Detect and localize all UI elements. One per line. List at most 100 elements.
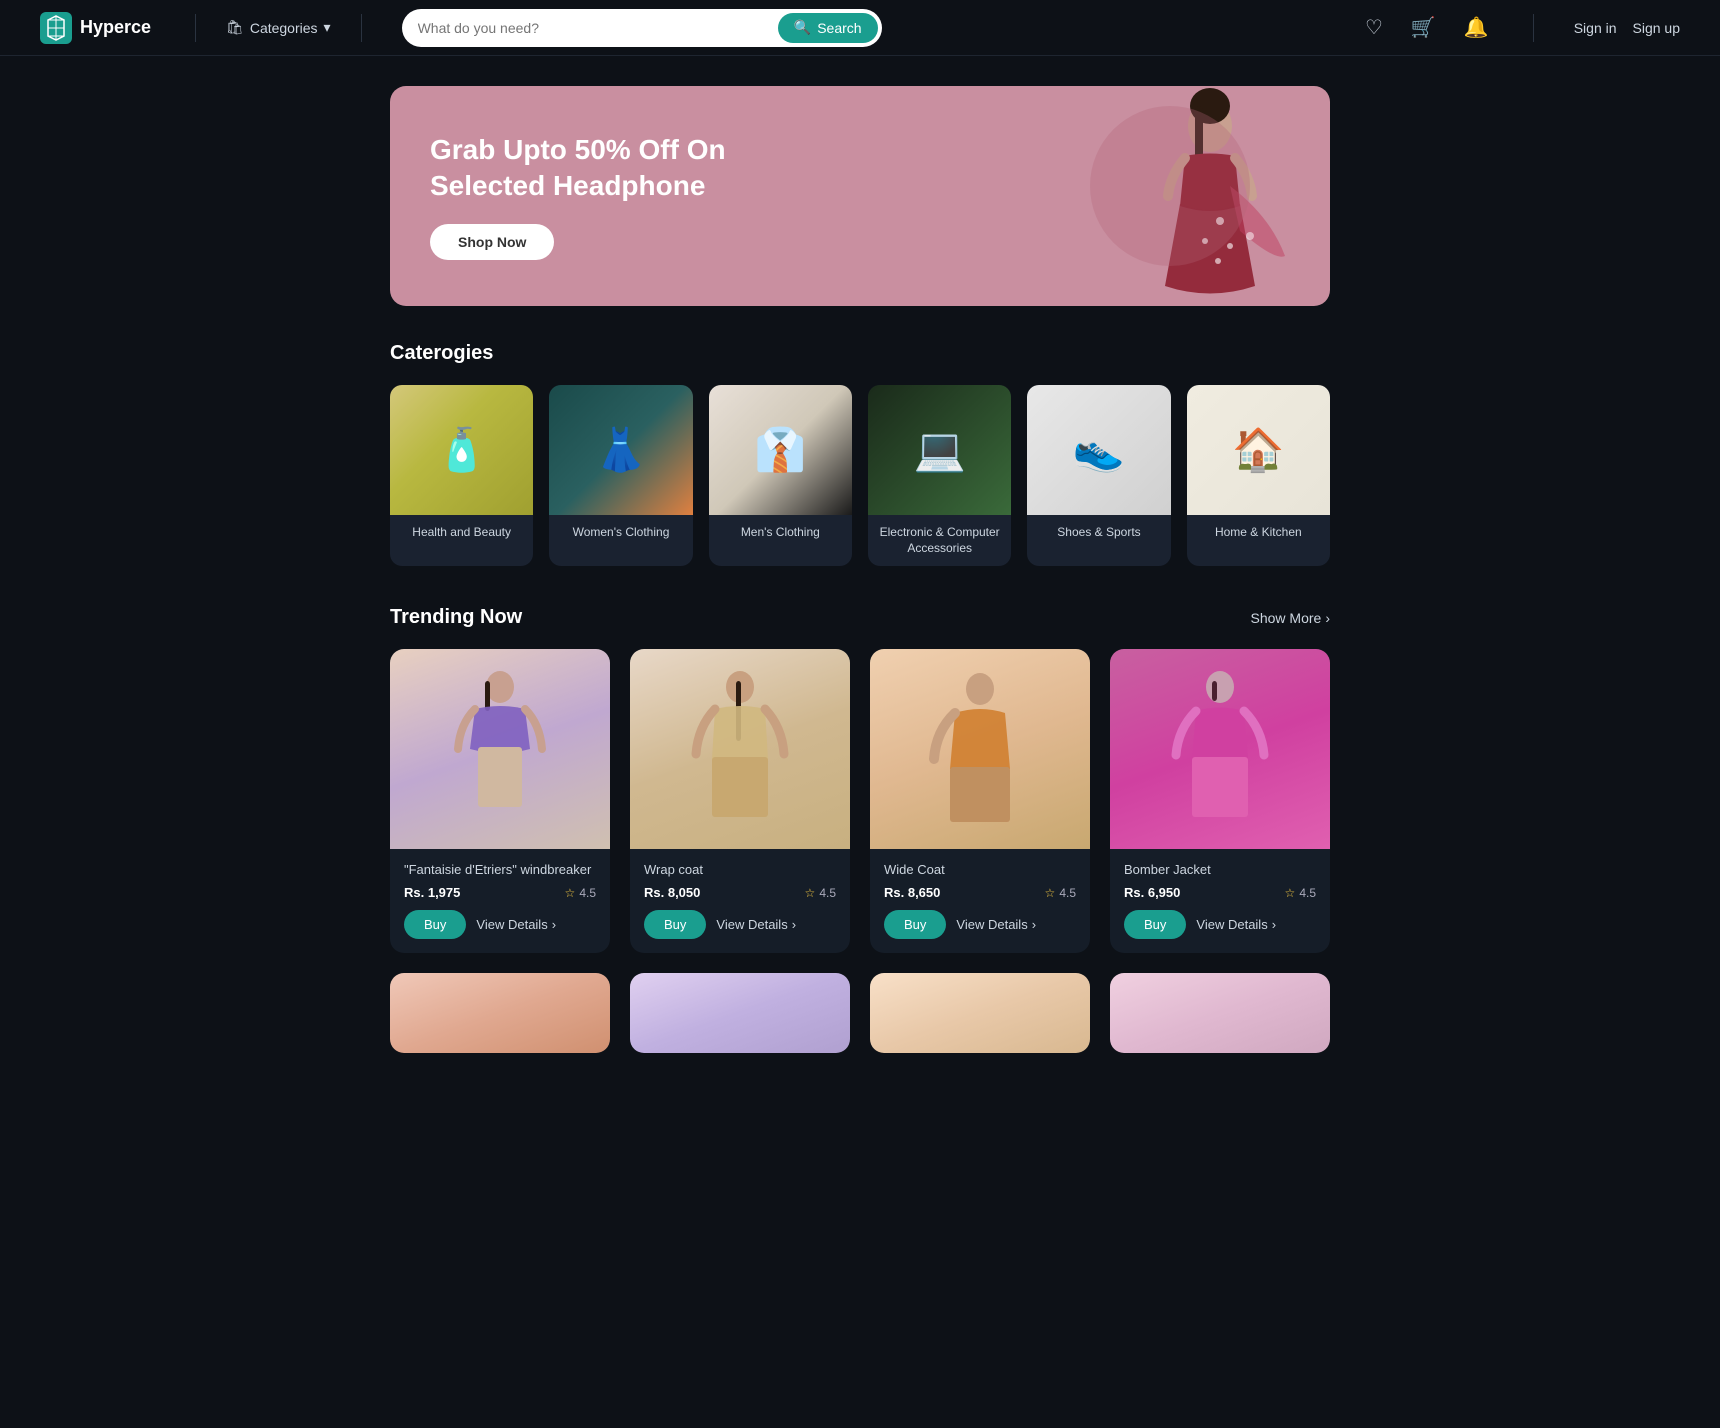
trending-title: Trending Now — [390, 606, 522, 629]
product-card-1[interactable]: "Fantaisie d'Etriers" windbreaker Rs. 1,… — [390, 649, 610, 953]
product-price-4: Rs. 6,950 — [1124, 885, 1180, 900]
nav-divider-1 — [195, 14, 196, 42]
hero-title: Grab Upto 50% Off On Selected Headphone — [430, 132, 770, 205]
view-details-button-2[interactable]: View Details › — [716, 917, 796, 932]
product-card-4[interactable]: Bomber Jacket Rs. 6,950 ☆ 4.5 Buy View D… — [1110, 649, 1330, 953]
star-icon-4: ☆ — [1285, 886, 1296, 900]
category-image-home: 🏠 — [1187, 385, 1330, 515]
view-details-button-4[interactable]: View Details › — [1196, 917, 1276, 932]
product-rating-1: ☆ 4.5 — [565, 886, 596, 900]
arrow-right-icon-4: › — [1272, 917, 1276, 932]
product-image-6 — [630, 973, 850, 1053]
product-rating-3: ☆ 4.5 — [1045, 886, 1076, 900]
navbar: Hyperce 🛍 Categories ▾ 🔍 Search ♡ 🛒 🔔 Si… — [0, 0, 1720, 56]
logo[interactable]: Hyperce — [40, 12, 151, 44]
category-image-mens: 👔 — [709, 385, 852, 515]
product-image-7 — [870, 973, 1090, 1053]
product-card-8[interactable] — [1110, 973, 1330, 1053]
search-bar: 🔍 Search — [402, 9, 882, 47]
signup-link[interactable]: Sign up — [1633, 20, 1680, 36]
category-label-womens: Women's Clothing — [549, 515, 692, 551]
product-actions-3: Buy View Details › — [884, 910, 1076, 939]
product-info-3: Wide Coat Rs. 8,650 ☆ 4.5 Buy View Detai… — [870, 849, 1090, 953]
view-details-button-1[interactable]: View Details › — [476, 917, 556, 932]
products-grid-row2 — [390, 973, 1330, 1053]
shop-now-button[interactable]: Shop Now — [430, 224, 554, 260]
product-actions-2: Buy View Details › — [644, 910, 836, 939]
nav-divider-2 — [361, 14, 362, 42]
buy-button-2[interactable]: Buy — [644, 910, 706, 939]
category-label-health: Health and Beauty — [390, 515, 533, 551]
search-icon: 🔍 — [794, 19, 811, 36]
category-label-shoes: Shoes & Sports — [1027, 515, 1170, 551]
product-image-5 — [390, 973, 610, 1053]
product-price-2: Rs. 8,050 — [644, 885, 700, 900]
trending-products-grid: "Fantaisie d'Etriers" windbreaker Rs. 1,… — [390, 649, 1330, 953]
main-content: Grab Upto 50% Off On Selected Headphone … — [370, 56, 1350, 1133]
product-bottom-3: Rs. 8,650 ☆ 4.5 — [884, 885, 1076, 900]
category-card-electronics[interactable]: 💻 Electronic & Computer Accessories — [868, 385, 1011, 566]
product-image-3 — [870, 649, 1090, 849]
product-bottom-4: Rs. 6,950 ☆ 4.5 — [1124, 885, 1316, 900]
hero-decorative-circle — [1090, 106, 1250, 266]
product-info-1: "Fantaisie d'Etriers" windbreaker Rs. 1,… — [390, 849, 610, 953]
product-card-2[interactable]: Wrap coat Rs. 8,050 ☆ 4.5 Buy View Detai… — [630, 649, 850, 953]
product-rating-2: ☆ 4.5 — [805, 886, 836, 900]
view-details-button-3[interactable]: View Details › — [956, 917, 1036, 932]
product-card-6[interactable] — [630, 973, 850, 1053]
product-card-7[interactable] — [870, 973, 1090, 1053]
search-input[interactable] — [418, 20, 778, 36]
buy-button-3[interactable]: Buy — [884, 910, 946, 939]
product-card-3[interactable]: Wide Coat Rs. 8,650 ☆ 4.5 Buy View Detai… — [870, 649, 1090, 953]
category-image-womens: 👗 — [549, 385, 692, 515]
category-label-mens: Men's Clothing — [709, 515, 852, 551]
show-more-button[interactable]: Show More › — [1251, 610, 1330, 626]
trending-header: Trending Now Show More › — [390, 606, 1330, 629]
star-icon-3: ☆ — [1045, 886, 1056, 900]
chevron-right-icon: › — [1325, 610, 1330, 626]
product-name-2: Wrap coat — [644, 861, 836, 879]
star-icon-1: ☆ — [565, 886, 576, 900]
product-image-8 — [1110, 973, 1330, 1053]
category-image-electronics: 💻 — [868, 385, 1011, 515]
product-card-5[interactable] — [390, 973, 610, 1053]
cart-button[interactable]: 🛒 — [1407, 11, 1440, 44]
product-actions-4: Buy View Details › — [1124, 910, 1316, 939]
notifications-button[interactable]: 🔔 — [1460, 11, 1493, 44]
category-card-shoes[interactable]: 👟 Shoes & Sports — [1027, 385, 1170, 566]
product-price-1: Rs. 1,975 — [404, 885, 460, 900]
buy-button-1[interactable]: Buy — [404, 910, 466, 939]
product-image-2 — [630, 649, 850, 849]
product-name-3: Wide Coat — [884, 861, 1076, 879]
product-bottom-1: Rs. 1,975 ☆ 4.5 — [404, 885, 596, 900]
product-name-4: Bomber Jacket — [1124, 861, 1316, 879]
category-card-mens[interactable]: 👔 Men's Clothing — [709, 385, 852, 566]
product-image-4 — [1110, 649, 1330, 849]
category-card-health[interactable]: 🧴 Health and Beauty — [390, 385, 533, 566]
product-name-1: "Fantaisie d'Etriers" windbreaker — [404, 861, 596, 879]
arrow-right-icon-1: › — [552, 917, 556, 932]
nav-icons: ♡ 🛒 🔔 Sign in Sign up — [1361, 11, 1680, 44]
product-image-1 — [390, 649, 610, 849]
category-image-health: 🧴 — [390, 385, 533, 515]
categories-title: Caterogies — [390, 342, 1330, 365]
nav-auth: Sign in Sign up — [1574, 20, 1680, 36]
category-card-home[interactable]: 🏠 Home & Kitchen — [1187, 385, 1330, 566]
hero-content: Grab Upto 50% Off On Selected Headphone … — [430, 132, 770, 261]
product-actions-1: Buy View Details › — [404, 910, 596, 939]
nav-divider-3 — [1533, 14, 1534, 42]
arrow-right-icon-3: › — [1032, 917, 1036, 932]
hero-banner: Grab Upto 50% Off On Selected Headphone … — [390, 86, 1330, 306]
chevron-down-icon: ▾ — [324, 19, 331, 36]
buy-button-4[interactable]: Buy — [1124, 910, 1186, 939]
categories-dropdown[interactable]: 🛍 Categories ▾ — [216, 13, 341, 42]
star-icon-2: ☆ — [805, 886, 816, 900]
product-bottom-2: Rs. 8,050 ☆ 4.5 — [644, 885, 836, 900]
product-price-3: Rs. 8,650 — [884, 885, 940, 900]
arrow-right-icon-2: › — [792, 917, 796, 932]
wishlist-button[interactable]: ♡ — [1361, 11, 1387, 44]
signin-link[interactable]: Sign in — [1574, 20, 1617, 36]
search-button[interactable]: 🔍 Search — [778, 13, 878, 43]
category-label-electronics: Electronic & Computer Accessories — [868, 515, 1011, 566]
category-card-womens[interactable]: 👗 Women's Clothing — [549, 385, 692, 566]
